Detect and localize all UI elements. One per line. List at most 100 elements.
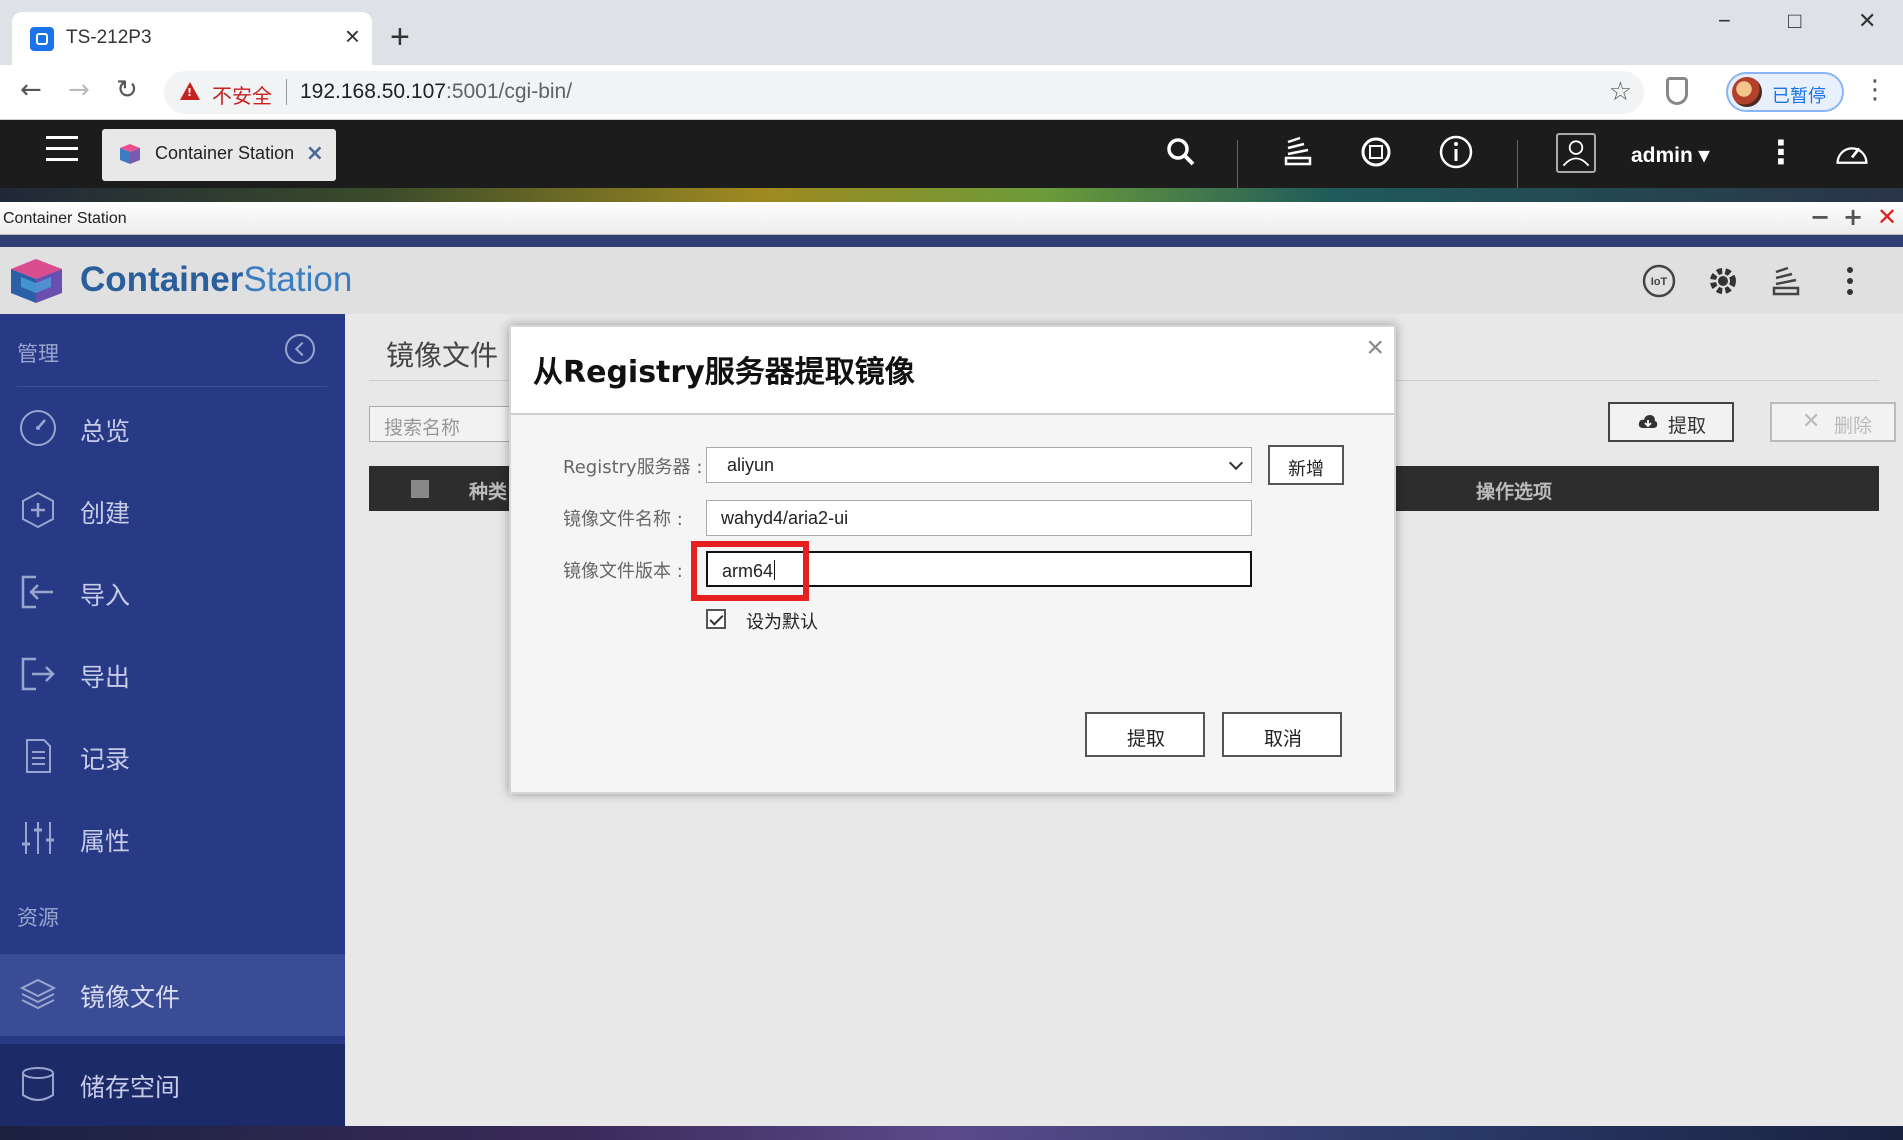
- sidebar-item-images[interactable]: 镜像文件: [0, 954, 345, 1036]
- set-default-checkbox[interactable]: [706, 609, 726, 629]
- highlight-annotation-box: [691, 541, 809, 601]
- properties-icon: [22, 822, 54, 854]
- sidebar-item-export[interactable]: 导出: [0, 634, 345, 716]
- sidebar-item-import[interactable]: 导入: [0, 552, 345, 634]
- sidebar-item-storage[interactable]: 储存空间: [0, 1044, 345, 1126]
- app-window-titlebar: Container Station − + ✕: [0, 202, 1903, 235]
- qts-app-tab-label: Container Station: [155, 143, 295, 163]
- reload-icon[interactable]: ↻: [116, 77, 138, 103]
- qts-top-bar: Container Station × admin ▾ ⋮: [0, 120, 1903, 188]
- tab-close-icon[interactable]: ×: [345, 23, 360, 49]
- app-maximize-button[interactable]: +: [1843, 204, 1863, 231]
- sidebar-item-label: 导入: [80, 581, 131, 610]
- qnap-favicon-icon: [30, 27, 54, 51]
- image-name-value: wahyd4/aria2-ui: [721, 508, 849, 528]
- extension-shield-icon[interactable]: [1666, 77, 1688, 105]
- app-header: ContainerStation IoT: [0, 247, 1903, 314]
- sidebar-item-label: 导出: [80, 663, 131, 692]
- new-tab-button[interactable]: +: [390, 20, 410, 54]
- column-header-type[interactable]: 种类: [469, 477, 507, 504]
- search-icon[interactable]: [1163, 134, 1199, 170]
- window-close-button[interactable]: ✕: [1858, 8, 1876, 34]
- app-brand: ContainerStation: [80, 260, 352, 300]
- sync-icon[interactable]: [1358, 134, 1394, 170]
- sidebar-divider: [17, 386, 327, 387]
- browser-tab-title: TS-212P3: [66, 27, 152, 48]
- url-text: 192.168.50.107:5001/cgi-bin/: [300, 80, 572, 104]
- toolbar-divider: [1237, 140, 1238, 188]
- sidebar-item-overview[interactable]: 总览: [0, 388, 345, 470]
- log-icon: [26, 739, 51, 773]
- pull-image-button-label: 提取: [1668, 415, 1707, 437]
- sidebar-section-resources: 资源: [17, 906, 59, 930]
- window-minimize-button[interactable]: −: [1718, 8, 1731, 34]
- delete-image-button[interactable]: ✕ 删除: [1770, 402, 1896, 442]
- pull-image-dialog: 从Registry服务器提取镜像 × Registry服务器 : aliyun …: [509, 325, 1396, 794]
- url-input[interactable]: 不安全 192.168.50.107:5001/cgi-bin/ ☆: [164, 71, 1644, 114]
- warning-icon: [180, 82, 200, 100]
- gear-icon[interactable]: [1705, 263, 1741, 299]
- iot-icon[interactable]: IoT: [1641, 263, 1677, 299]
- search-placeholder: 搜索名称: [384, 417, 461, 439]
- sidebar-item-properties[interactable]: 属性: [0, 798, 345, 880]
- import-icon: [21, 575, 53, 609]
- more-options-icon[interactable]: ⋮: [1765, 136, 1801, 172]
- container-station-logo-icon: [11, 259, 62, 303]
- dialog-header: 从Registry服务器提取镜像 ×: [511, 327, 1394, 415]
- desktop-wallpaper-strip-bottom: [0, 1126, 1903, 1140]
- chevron-down-icon: [1228, 455, 1244, 471]
- hamburger-menu-icon[interactable]: [46, 136, 78, 164]
- image-name-label: 镜像文件名称 :: [563, 509, 683, 530]
- chevron-down-icon: ▾: [1698, 144, 1710, 167]
- pull-image-button[interactable]: 提取: [1608, 402, 1734, 442]
- background-tasks-icon[interactable]: [1280, 134, 1316, 170]
- tasks-icon[interactable]: [1768, 263, 1804, 299]
- container-station-logo-icon: [120, 144, 140, 164]
- more-icon[interactable]: [1832, 263, 1868, 299]
- forward-icon[interactable]: →: [68, 77, 90, 103]
- cancel-button[interactable]: 取消: [1222, 712, 1342, 757]
- browser-tab[interactable]: TS-212P3 ×: [12, 12, 372, 65]
- qts-app-tab-close-icon[interactable]: ×: [306, 141, 324, 166]
- close-icon: ✕: [1802, 409, 1821, 434]
- create-icon: [22, 491, 54, 529]
- sidebar-item-label: 记录: [80, 745, 131, 774]
- bookmark-star-icon[interactable]: ☆: [1609, 77, 1632, 107]
- sidebar-item-label: 储存空间: [80, 1073, 181, 1102]
- toolbar-divider: [1517, 140, 1518, 188]
- add-registry-button-label: 新增: [1288, 459, 1324, 480]
- admin-user-menu[interactable]: admin ▾: [1631, 143, 1709, 168]
- cloud-download-icon: [1638, 415, 1658, 428]
- export-icon: [21, 657, 55, 691]
- image-version-label: 镜像文件版本 :: [563, 561, 683, 582]
- pull-confirm-button[interactable]: 提取: [1085, 712, 1205, 757]
- sidebar-collapse-icon[interactable]: [285, 334, 315, 364]
- select-all-checkbox[interactable]: [411, 480, 429, 498]
- browser-menu-icon[interactable]: ⋮: [1862, 77, 1888, 103]
- insecure-label[interactable]: 不安全: [212, 80, 272, 109]
- info-icon[interactable]: [1438, 134, 1474, 170]
- pull-confirm-button-label: 提取: [1127, 728, 1166, 750]
- add-registry-button[interactable]: 新增: [1268, 445, 1344, 485]
- set-default-label[interactable]: 设为默认: [746, 608, 818, 634]
- image-name-input[interactable]: wahyd4/aria2-ui: [706, 500, 1252, 536]
- registry-server-select[interactable]: aliyun: [706, 447, 1252, 483]
- window-maximize-button[interactable]: □: [1788, 8, 1801, 34]
- column-header-actions: 操作选项: [1476, 481, 1553, 503]
- qts-app-tab[interactable]: Container Station ×: [102, 129, 336, 181]
- delete-image-button-label: 删除: [1834, 415, 1873, 437]
- sidebar-item-log[interactable]: 记录: [0, 716, 345, 798]
- dialog-close-icon[interactable]: ×: [1366, 333, 1384, 363]
- admin-username: admin: [1631, 144, 1693, 167]
- app-close-button[interactable]: ✕: [1877, 204, 1897, 231]
- sidebar-item-label: 属性: [80, 827, 131, 856]
- sidebar: 管理 总览 创建 导入 导出 记录 属性 资源 镜像文件 储存空间: [0, 314, 345, 1126]
- resource-monitor-icon[interactable]: [1834, 134, 1870, 170]
- sidebar-item-create[interactable]: 创建: [0, 470, 345, 552]
- storage-icon: [22, 1067, 54, 1101]
- user-icon[interactable]: [1556, 133, 1596, 173]
- desktop-wallpaper-strip: [0, 188, 1903, 202]
- app-minimize-button[interactable]: −: [1810, 204, 1830, 231]
- back-icon[interactable]: ←: [20, 77, 42, 103]
- profile-button[interactable]: 已暂停: [1726, 72, 1844, 112]
